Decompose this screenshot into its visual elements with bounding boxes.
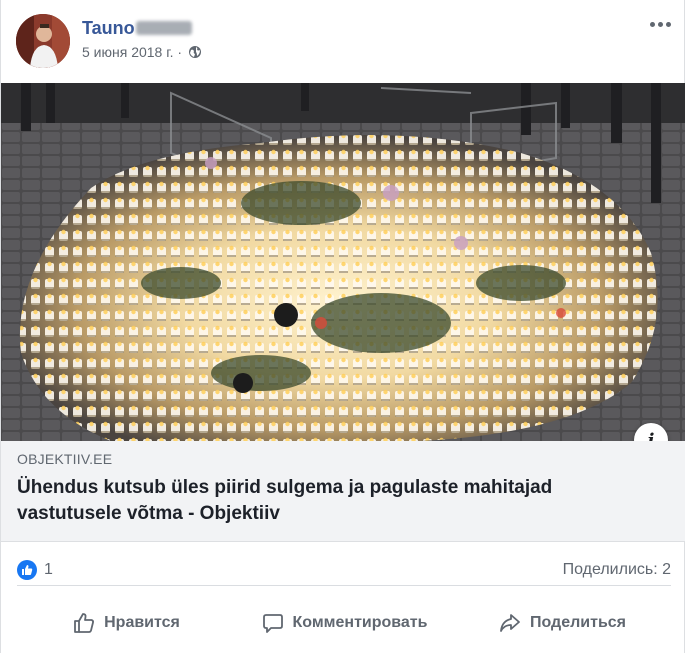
like-count[interactable]: 1 bbox=[44, 561, 53, 579]
link-preview-image[interactable] bbox=[1, 83, 685, 441]
share-count[interactable]: Поделились: 2 bbox=[563, 561, 671, 579]
like-button[interactable]: Нравится bbox=[17, 598, 235, 648]
reactions-bar: 1 Поделились: 2 bbox=[17, 556, 671, 586]
globe-icon[interactable] bbox=[188, 45, 202, 59]
redacted-name-blur bbox=[136, 21, 192, 35]
comment-button[interactable]: Комментировать bbox=[235, 598, 453, 648]
link-caption[interactable]: OBJEKTIIV.EE Ühendus kutsub üles piirid … bbox=[1, 441, 685, 542]
share-button-label: Поделиться bbox=[529, 614, 627, 631]
post-header: Tauno 5 июня 2018 г. · bbox=[16, 12, 676, 70]
more-options-icon[interactable] bbox=[646, 14, 674, 34]
comment-button-label: Комментировать bbox=[292, 614, 428, 631]
thumbs-up-icon bbox=[74, 613, 95, 633]
like-reaction-icon[interactable] bbox=[17, 560, 37, 580]
link-title[interactable]: Ühendus kutsub üles piirid sulgema ja pa… bbox=[17, 475, 657, 527]
author-avatar[interactable] bbox=[16, 14, 70, 68]
share-arrow-icon bbox=[500, 614, 520, 632]
share-button[interactable]: Поделиться bbox=[453, 598, 671, 648]
author-name[interactable]: Tauno bbox=[82, 18, 135, 39]
link-domain: OBJEKTIIV.EE bbox=[17, 451, 113, 467]
post-meta: 5 июня 2018 г. · bbox=[82, 44, 202, 60]
post-date[interactable]: 5 июня 2018 г. · bbox=[82, 44, 182, 60]
feed-post: Tauno 5 июня 2018 г. · i OBJEKTIIV.EE Üh… bbox=[0, 0, 685, 653]
comment-icon bbox=[262, 614, 283, 633]
like-button-label: Нравится bbox=[104, 614, 180, 631]
post-actions: Нравится Комментировать Поделиться bbox=[17, 598, 671, 648]
